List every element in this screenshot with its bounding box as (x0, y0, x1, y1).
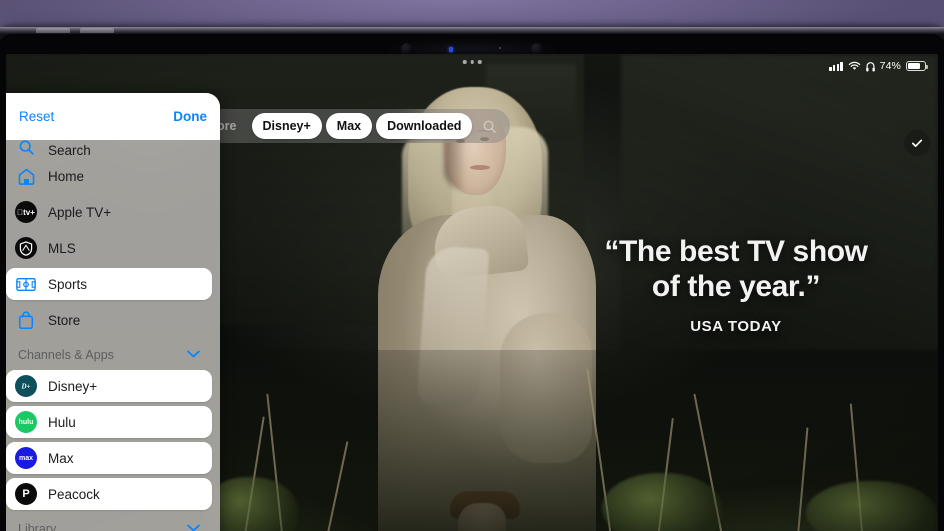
sidebar-item-apple-tv-plus[interactable]: tv+ Apple TV+ (6, 196, 212, 228)
sidebar-group-channels-apps-label: Channels & Apps (18, 348, 114, 362)
sidebar-scroll-area[interactable]: Search Home (6, 140, 220, 531)
headphones-icon (866, 61, 875, 72)
done-button[interactable]: Done (173, 109, 207, 124)
nav-max[interactable]: Max (326, 113, 372, 139)
sidebar-group-library[interactable]: Library (6, 514, 212, 531)
sidebar-item-home[interactable]: Home (6, 160, 212, 192)
status-bar: 74% (829, 60, 926, 72)
sidebar-item-disney-plus[interactable]: D+ Disney+ (6, 370, 212, 402)
chevron-down-icon[interactable] (187, 523, 200, 531)
nav-max-label: Max (337, 113, 361, 139)
max-icon: max (15, 447, 37, 469)
sidebar-header: Reset Done (6, 93, 220, 140)
multitask-dot (478, 60, 482, 64)
house-icon (15, 165, 37, 187)
status-led-indicator (449, 47, 453, 52)
nav-disney-plus[interactable]: Disney+ (252, 113, 322, 139)
tablet-device: 74% “The best TV show of the year.” USA … (0, 27, 944, 531)
sidebar: Reset Done Search (6, 93, 220, 531)
sidebar-item-max[interactable]: max Max (6, 442, 212, 474)
sidebar-item-hulu-label: Hulu (48, 415, 76, 430)
chevron-down-icon[interactable] (187, 349, 200, 361)
wifi-icon (848, 61, 861, 71)
sidebar-item-mls[interactable]: MLS (6, 232, 212, 264)
ambient-sensor-icon (499, 47, 501, 49)
checkmark-icon (910, 136, 924, 150)
sidebar-item-sports-label: Sports (48, 277, 87, 292)
sidebar-group-channels-apps[interactable]: Channels & Apps (6, 340, 212, 370)
multitasking-handle[interactable] (463, 60, 482, 64)
sidebar-item-store[interactable]: Store (6, 304, 212, 336)
tablet-top-edge (0, 27, 944, 34)
sidebar-item-apple-tv-plus-label: Apple TV+ (48, 205, 111, 220)
apple-tv-icon: tv+ (15, 201, 37, 223)
nav-disney-plus-label: Disney+ (263, 113, 311, 139)
sidebar-item-peacock-label: Peacock (48, 487, 100, 502)
cellular-signal-icon (829, 62, 842, 71)
reset-button[interactable]: Reset (19, 109, 54, 124)
svg-text:D+: D+ (20, 382, 30, 390)
app-screen: 74% “The best TV show of the year.” USA … (6, 54, 938, 531)
sidebar-item-hulu[interactable]: hulu Hulu (6, 406, 212, 438)
volume-down-button[interactable] (80, 28, 114, 33)
battery-percent-label: 74% (880, 60, 901, 72)
nav-downloaded-label: Downloaded (387, 113, 461, 139)
battery-icon (906, 61, 926, 71)
sidebar-item-home-label: Home (48, 169, 84, 184)
mls-shield-icon (15, 237, 37, 259)
peacock-icon: P (15, 483, 37, 505)
sports-field-icon (15, 273, 37, 295)
search-icon (482, 119, 497, 134)
multitask-dot (470, 60, 474, 64)
sidebar-item-search-label: Search (48, 143, 91, 158)
sidebar-group-library-label: Library (18, 522, 56, 531)
disney-plus-icon: D+ (15, 375, 37, 397)
volume-up-button[interactable] (36, 28, 70, 33)
sidebar-item-sports[interactable]: Sports (6, 268, 212, 300)
sidebar-item-store-label: Store (48, 313, 80, 328)
store-bag-icon (15, 309, 37, 331)
confirm-button[interactable] (904, 130, 930, 156)
sidebar-item-peacock[interactable]: P Peacock (6, 478, 212, 510)
multitask-dot (463, 60, 467, 64)
tablet-bezel: 74% “The best TV show of the year.” USA … (0, 34, 944, 531)
nav-search-button[interactable] (476, 119, 502, 134)
sidebar-item-mls-label: MLS (48, 241, 76, 256)
nav-downloaded[interactable]: Downloaded (376, 113, 472, 139)
sidebar-item-max-label: Max (48, 451, 74, 466)
sidebar-item-search[interactable]: Search (6, 140, 212, 158)
screenshot-root: 74% “The best TV show of the year.” USA … (0, 0, 944, 531)
sidebar-item-disney-plus-label: Disney+ (48, 379, 97, 394)
hulu-icon: hulu (15, 411, 37, 433)
search-icon (15, 140, 37, 158)
